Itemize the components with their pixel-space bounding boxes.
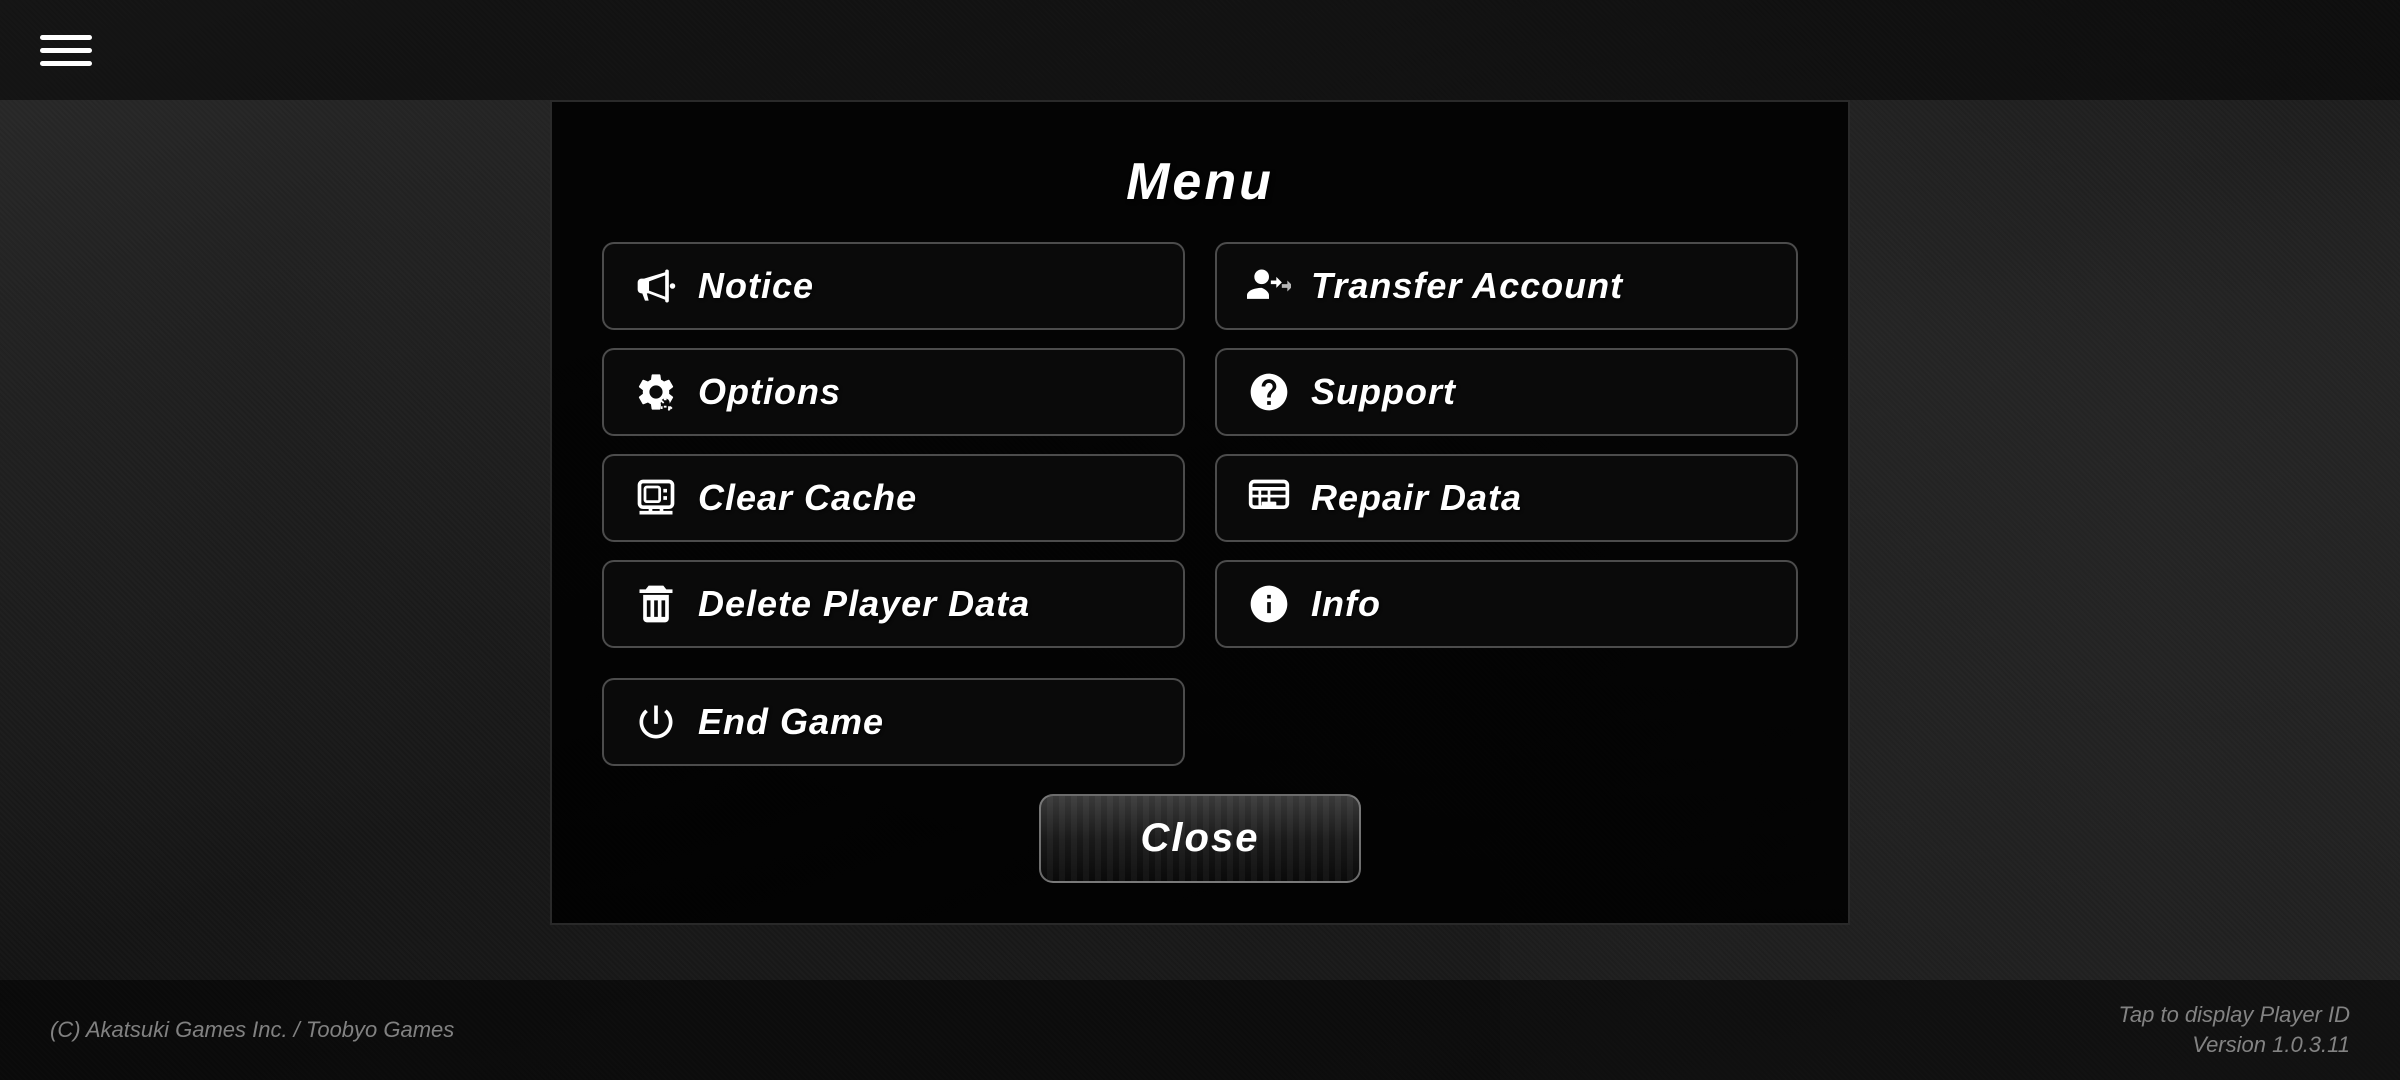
end-game-button[interactable]: End Game <box>602 678 1185 766</box>
support-button[interactable]: Support <box>1215 348 1798 436</box>
repair-data-label: Repair Data <box>1311 477 1522 519</box>
menu-title: Menu <box>602 132 1798 242</box>
gear-icon <box>632 368 680 416</box>
transfer-icon <box>1245 262 1293 310</box>
hamburger-line-2 <box>40 48 92 53</box>
player-id-prompt[interactable]: Tap to display Player ID <box>2118 1002 2350 1028</box>
trash-icon <box>632 580 680 628</box>
info-button[interactable]: Info <box>1215 560 1798 648</box>
info-label: Info <box>1311 583 1381 625</box>
close-button[interactable]: Close <box>1039 794 1362 883</box>
menu-grid: Notice Transfer Account <box>602 242 1798 648</box>
info-icon <box>1245 580 1293 628</box>
hamburger-line-1 <box>40 35 92 40</box>
support-label: Support <box>1311 371 1456 413</box>
bottom-right: Tap to display Player ID Version 1.0.3.1… <box>2118 1002 2350 1058</box>
transfer-account-button[interactable]: Transfer Account <box>1215 242 1798 330</box>
end-game-row: End Game <box>602 678 1798 766</box>
power-icon <box>632 698 680 746</box>
repair-icon <box>1245 474 1293 522</box>
version-text: Version 1.0.3.11 <box>2192 1032 2350 1058</box>
clear-cache-button[interactable]: Clear Cache <box>602 454 1185 542</box>
close-label: Close <box>1141 816 1260 860</box>
bottom-bar: (C) Akatsuki Games Inc. / Toobyo Games T… <box>0 980 2400 1080</box>
repair-data-button[interactable]: Repair Data <box>1215 454 1798 542</box>
end-game-label: End Game <box>698 701 884 743</box>
hamburger-line-3 <box>40 61 92 66</box>
options-label: Options <box>698 371 841 413</box>
cache-icon <box>632 474 680 522</box>
delete-player-data-button[interactable]: Delete Player Data <box>602 560 1185 648</box>
notice-label: Notice <box>698 265 814 307</box>
transfer-account-label: Transfer Account <box>1311 265 1623 307</box>
menu-modal: Menu Notice Transfer Account <box>550 100 1850 925</box>
question-icon <box>1245 368 1293 416</box>
copyright: (C) Akatsuki Games Inc. / Toobyo Games <box>50 1017 454 1043</box>
clear-cache-label: Clear Cache <box>698 477 917 519</box>
close-row: Close <box>602 794 1798 883</box>
hamburger-menu-button[interactable] <box>40 35 92 66</box>
notice-button[interactable]: Notice <box>602 242 1185 330</box>
top-bar <box>0 0 2400 100</box>
options-button[interactable]: Options <box>602 348 1185 436</box>
delete-player-data-label: Delete Player Data <box>698 583 1030 625</box>
megaphone-icon <box>632 262 680 310</box>
